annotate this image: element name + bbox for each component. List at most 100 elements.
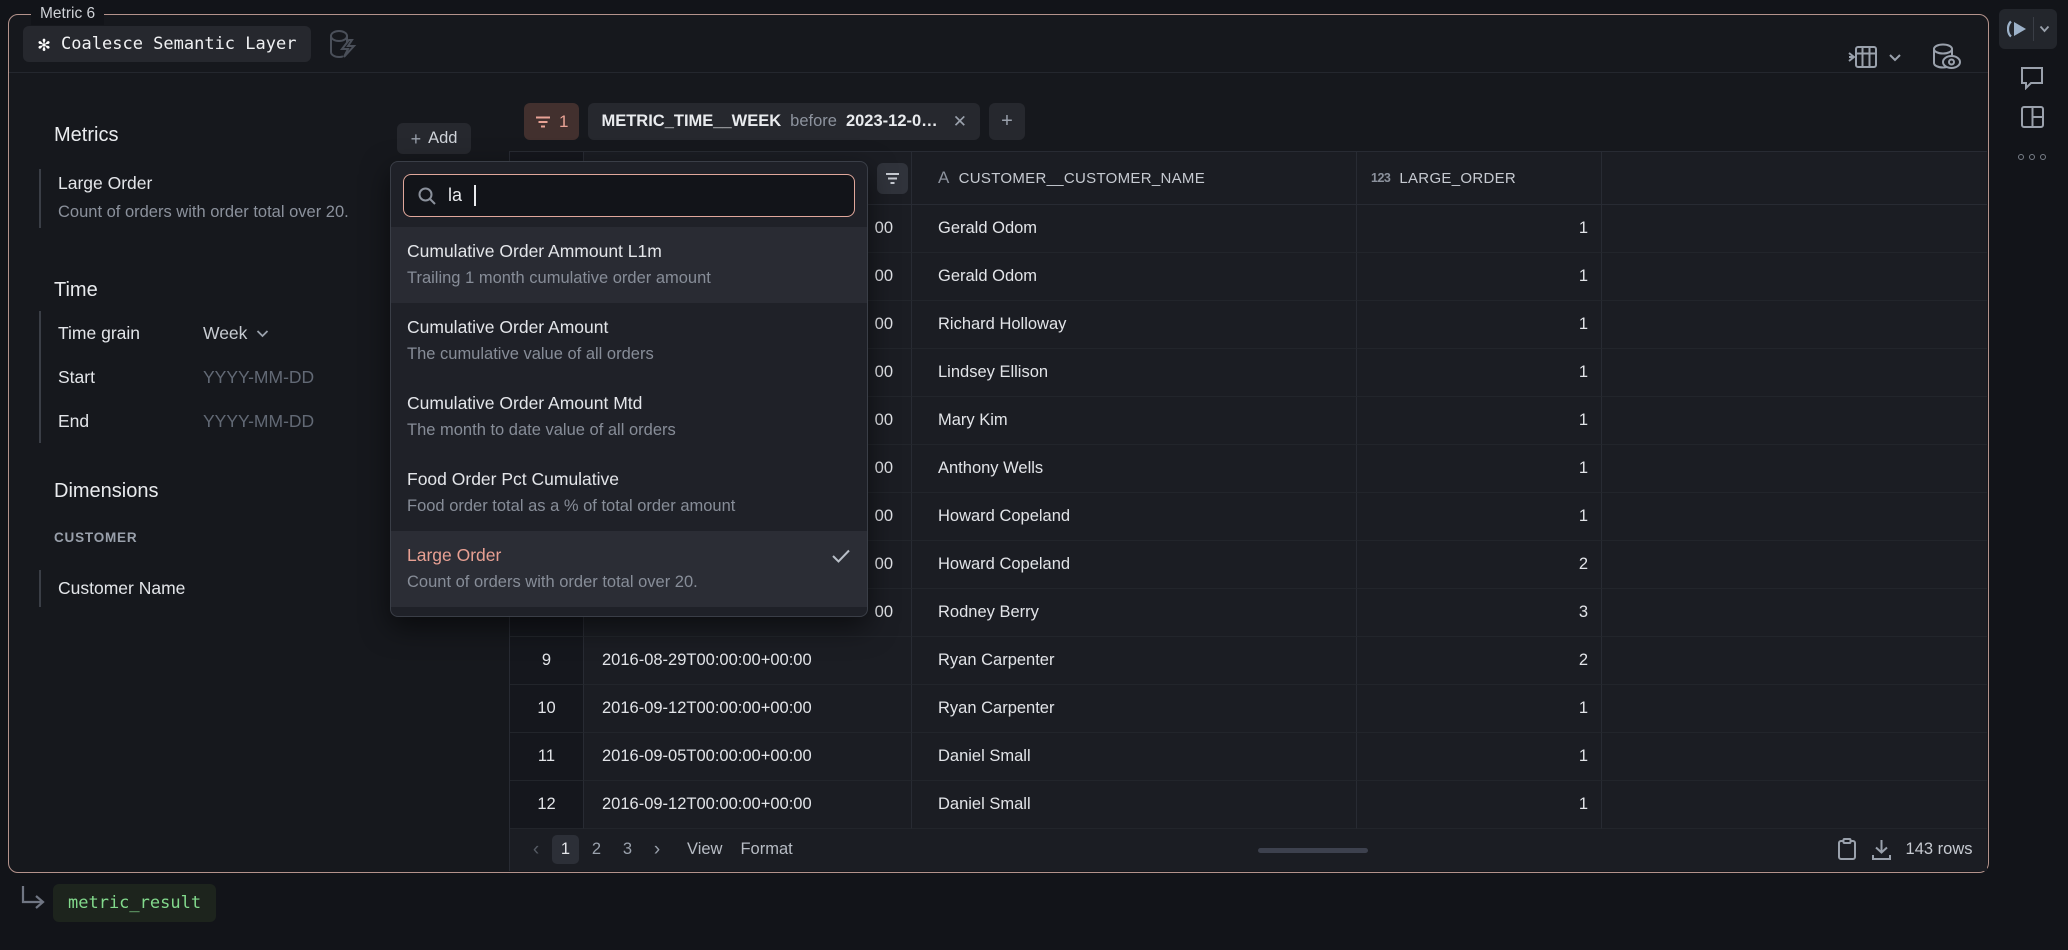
database-lightning-icon[interactable] <box>325 28 359 60</box>
empty-cell <box>1602 397 1987 445</box>
customer-name-cell: Howard Copeland <box>912 541 1357 589</box>
date-cell: 2016-08-29T00:00:00+00:00 <box>584 637 912 685</box>
empty-cell <box>1602 685 1987 733</box>
table-row: 102016-09-12T00:00:00+00:00Ryan Carpente… <box>510 685 1987 733</box>
add-metric-button[interactable]: + Add <box>397 123 471 154</box>
chevron-down-icon[interactable] <box>1888 52 1902 62</box>
empty-cell <box>1602 349 1987 397</box>
metrics-heading: Metrics <box>54 124 118 147</box>
empty-column-header <box>1602 152 1987 205</box>
large-order-value-cell: 1 <box>1357 349 1602 397</box>
search-input[interactable]: la <box>448 185 462 206</box>
metric-option[interactable]: Large OrderCount of orders with order to… <box>391 531 867 607</box>
run-options-chevron-icon[interactable] <box>2039 25 2050 33</box>
format-menu[interactable]: Format <box>740 840 792 859</box>
time-grain-select[interactable]: Week <box>203 323 269 344</box>
customer-name-cell: Rodney Berry <box>912 589 1357 637</box>
time-end-label: End <box>58 411 203 432</box>
metric-option[interactable]: Food Order Pct CumulativeFood order tota… <box>391 455 867 531</box>
horizontal-scrollbar[interactable] <box>1258 848 1368 853</box>
date-cell: 2016-09-05T00:00:00+00:00 <box>584 733 912 781</box>
metric-option-title: Cumulative Order Amount Mtd <box>407 393 642 414</box>
plus-icon: + <box>411 130 422 148</box>
metric-name: Large Order <box>58 173 349 194</box>
dimensions-heading: Dimensions <box>54 480 158 503</box>
empty-cell <box>1602 541 1987 589</box>
metric-option-description: The cumulative value of all orders <box>407 345 851 364</box>
semantic-layer-source-chip[interactable]: ✻ Coalesce Semantic Layer <box>23 26 311 62</box>
large-order-value-cell: 3 <box>1357 589 1602 637</box>
output-variable-chip[interactable]: metric_result <box>53 884 216 922</box>
metric-option-title: Large Order <box>407 545 501 566</box>
customer-name-cell: Lindsey Ellison <box>912 349 1357 397</box>
dot <box>2040 154 2046 160</box>
customer-column-header[interactable]: A CUSTOMER__CUSTOMER_NAME <box>912 152 1357 205</box>
filter-count-chip[interactable]: 1 <box>524 103 579 140</box>
metric-option[interactable]: Cumulative Order Amount MtdThe month to … <box>391 379 867 455</box>
view-menu[interactable]: View <box>687 840 722 859</box>
large-order-value-cell: 1 <box>1357 253 1602 301</box>
time-heading: Time <box>54 279 98 302</box>
check-icon <box>831 548 851 564</box>
empty-cell <box>1602 445 1987 493</box>
chevron-down-icon <box>256 329 269 338</box>
empty-cell <box>1602 637 1987 685</box>
customer-name-cell: Daniel Small <box>912 781 1357 829</box>
comment-button[interactable] <box>2012 58 2052 96</box>
time-start-input[interactable]: YYYY-MM-DD <box>203 367 314 388</box>
metric-options-list: Cumulative Order Ammount L1mTrailing 1 m… <box>391 227 867 607</box>
column-filter-button[interactable] <box>877 163 908 194</box>
selected-metric-item[interactable]: Large Order Count of orders with order t… <box>39 169 349 228</box>
empty-cell <box>1602 493 1987 541</box>
large-order-column-header[interactable]: 123 LARGE_ORDER <box>1357 152 1602 205</box>
empty-cell <box>1602 205 1987 253</box>
run-cell-button[interactable] <box>1999 9 2057 49</box>
metric-description: Count of orders with order total over 20… <box>58 203 349 222</box>
download-icon[interactable] <box>1871 839 1892 861</box>
time-filter-chip[interactable]: METRIC_TIME__WEEK before 2023-12-0… ✕ <box>588 103 979 140</box>
table-status: 143 rows <box>1837 838 1973 861</box>
metric-search-box[interactable]: la <box>403 174 855 217</box>
filter-icon <box>535 115 551 129</box>
table-row: 92016-08-29T00:00:00+00:00Ryan Carpenter… <box>510 637 1987 685</box>
dimension-group-label: CUSTOMER <box>54 530 137 545</box>
metric-option[interactable]: Cumulative Order Ammount L1mTrailing 1 m… <box>391 227 867 303</box>
preview-source-data-icon[interactable] <box>1930 42 1962 72</box>
large-order-value-cell: 1 <box>1357 397 1602 445</box>
time-start-row: Start YYYY-MM-DD <box>58 355 399 399</box>
snowflake-icon: ✻ <box>38 34 50 54</box>
number-type-icon: 123 <box>1371 171 1390 185</box>
time-end-input[interactable]: YYYY-MM-DD <box>203 411 314 432</box>
more-options-button[interactable] <box>2012 138 2052 176</box>
dot <box>2029 154 2035 160</box>
page-button-1[interactable]: 1 <box>552 835 579 864</box>
large-order-value-cell: 1 <box>1357 733 1602 781</box>
customer-name-cell: Daniel Small <box>912 733 1357 781</box>
dimension-item-customer-name[interactable]: Customer Name <box>39 570 185 607</box>
copy-to-clipboard-icon[interactable] <box>1837 838 1857 861</box>
run-icon <box>2007 19 2028 39</box>
time-grain-row: Time grain Week <box>58 311 399 355</box>
next-page-icon[interactable]: › <box>645 839 669 861</box>
previous-page-icon[interactable]: ‹ <box>524 839 548 861</box>
push-to-table-icon[interactable] <box>1847 42 1879 72</box>
page-button-2[interactable]: 2 <box>583 835 610 864</box>
page-button-3[interactable]: 3 <box>614 835 641 864</box>
page-buttons: 123 <box>552 835 641 864</box>
add-filter-button[interactable]: + <box>989 103 1025 140</box>
text-type-icon: A <box>938 168 950 188</box>
table-footer: ‹ 123 › View Format 143 <box>510 829 1987 871</box>
metric-option-description: Trailing 1 month cumulative order amount <box>407 269 851 288</box>
empty-cell <box>1602 781 1987 829</box>
remove-filter-icon[interactable]: ✕ <box>953 112 967 132</box>
output-elbow-arrow-icon <box>20 884 47 910</box>
layout-button[interactable] <box>2012 98 2052 136</box>
customer-column-label: CUSTOMER__CUSTOMER_NAME <box>959 170 1205 187</box>
time-end-row: End YYYY-MM-DD <box>58 399 399 443</box>
large-order-value-cell: 1 <box>1357 205 1602 253</box>
row-index-cell: 9 <box>510 637 584 685</box>
time-settings: Time grain Week Start YYYY-MM-DD End YYY… <box>39 311 399 443</box>
large-order-column-label: LARGE_ORDER <box>1399 170 1516 187</box>
customer-name-cell: Ryan Carpenter <box>912 685 1357 733</box>
metric-option[interactable]: Cumulative Order AmountThe cumulative va… <box>391 303 867 379</box>
